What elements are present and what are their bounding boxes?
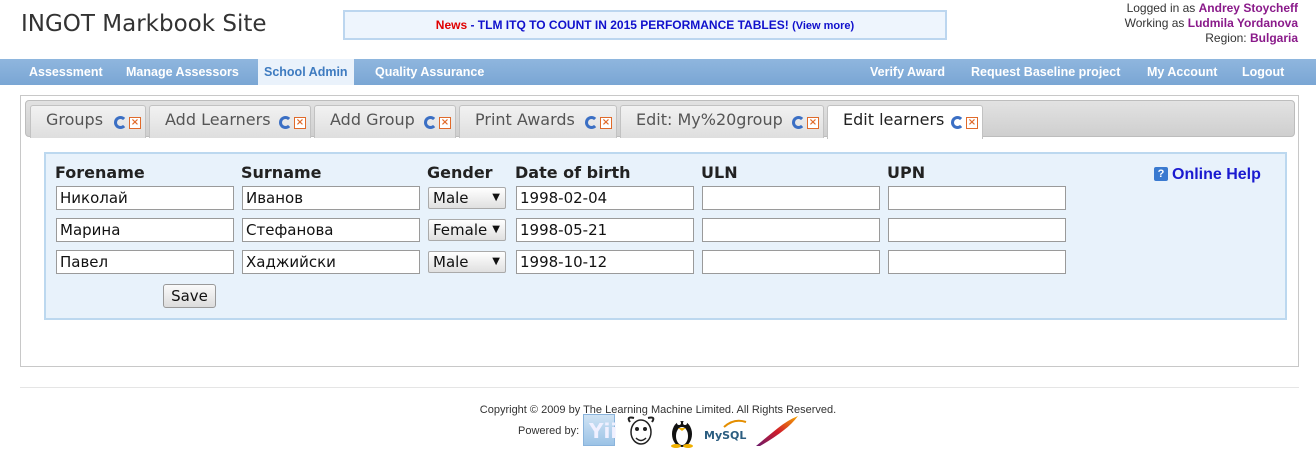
uln-field[interactable] bbox=[702, 218, 880, 242]
edit-learners-form: Forename Surname Gender Date of birth UL… bbox=[44, 152, 1287, 320]
nav-school-admin[interactable]: School Admin bbox=[258, 59, 354, 85]
news-view-more-link[interactable]: (View more) bbox=[792, 20, 854, 32]
nav-logout[interactable]: Logout bbox=[1236, 59, 1290, 85]
working-as-user: Ludmila Yordanova bbox=[1187, 16, 1298, 30]
logged-in-user: Andrey Stoycheff bbox=[1198, 1, 1298, 15]
column-header-upn: UPN bbox=[887, 163, 926, 182]
user-info: Logged in as Andrey Stoycheff Working as… bbox=[1125, 1, 1298, 46]
tab-groups[interactable]: Groups × bbox=[30, 105, 146, 138]
footer-divider bbox=[20, 387, 1299, 388]
tab-label: Add Group bbox=[330, 110, 415, 129]
uln-field[interactable] bbox=[702, 250, 880, 274]
header: INGOT Markbook Site News - TLM ITQ TO CO… bbox=[0, 0, 1316, 58]
column-header-gender: Gender bbox=[427, 163, 493, 182]
gender-value: Male bbox=[433, 189, 469, 207]
surname-field[interactable]: Хаджийски bbox=[242, 250, 420, 274]
column-header-forename: Forename bbox=[55, 163, 145, 182]
refresh-icon[interactable] bbox=[792, 116, 805, 129]
tux-logo[interactable] bbox=[668, 414, 696, 448]
tab-add-group[interactable]: Add Group × bbox=[314, 105, 456, 138]
main-panel: Groups × Add Learners × Add Group × Prin… bbox=[20, 95, 1299, 367]
tab-edit-group[interactable]: Edit: My%20group × bbox=[620, 105, 824, 138]
mysql-logo-text: MySQL bbox=[704, 429, 747, 442]
chevron-down-icon: ▼ bbox=[492, 192, 500, 203]
column-header-surname: Surname bbox=[241, 163, 322, 182]
close-icon[interactable]: × bbox=[966, 117, 978, 129]
tab-label: Groups bbox=[46, 110, 104, 129]
help-icon: ? bbox=[1154, 167, 1168, 181]
surname-field[interactable]: Иванов bbox=[242, 186, 420, 210]
chevron-down-icon: ▼ bbox=[492, 256, 500, 267]
gender-value: Female bbox=[433, 221, 488, 239]
nav-my-account[interactable]: My Account bbox=[1141, 59, 1223, 85]
gender-value: Male bbox=[433, 253, 469, 271]
working-as-label: Working as bbox=[1124, 16, 1185, 30]
upn-field[interactable] bbox=[888, 218, 1066, 242]
gender-select[interactable]: Female ▼ bbox=[428, 219, 506, 241]
column-header-uln: ULN bbox=[701, 163, 738, 182]
news-text[interactable]: - TLM ITQ TO COUNT IN 2015 PERFORMANCE T… bbox=[467, 18, 788, 32]
tab-print-awards[interactable]: Print Awards × bbox=[459, 105, 617, 138]
logged-in-label: Logged in as bbox=[1126, 1, 1196, 15]
nav-verify-award[interactable]: Verify Award bbox=[864, 59, 951, 85]
apache-feather-logo[interactable] bbox=[752, 414, 800, 448]
region-value: Bulgaria bbox=[1249, 31, 1298, 45]
tab-edit-learners[interactable]: Edit learners × bbox=[827, 105, 983, 139]
tab-bar: Groups × Add Learners × Add Group × Prin… bbox=[25, 100, 1295, 139]
refresh-icon[interactable] bbox=[114, 116, 127, 129]
forename-field[interactable]: Павел bbox=[56, 250, 234, 274]
gender-select[interactable]: Male ▼ bbox=[428, 251, 506, 273]
powered-by-label: Powered by: bbox=[518, 425, 580, 437]
uln-field[interactable] bbox=[702, 186, 880, 210]
online-help-link[interactable]: ? Online Help bbox=[1154, 166, 1261, 184]
close-icon[interactable]: × bbox=[439, 117, 451, 129]
refresh-icon[interactable] bbox=[585, 116, 598, 129]
dob-field[interactable]: 1998-05-21 bbox=[516, 218, 694, 242]
surname-field[interactable]: Стефанова bbox=[242, 218, 420, 242]
refresh-icon[interactable] bbox=[424, 116, 437, 129]
refresh-icon[interactable] bbox=[951, 116, 964, 129]
nav-manage-assessors[interactable]: Manage Assessors bbox=[120, 59, 245, 85]
close-icon[interactable]: × bbox=[294, 117, 306, 129]
gender-select[interactable]: Male ▼ bbox=[428, 187, 506, 209]
online-help-label: Online Help bbox=[1172, 166, 1261, 183]
nav-request-baseline[interactable]: Request Baseline project bbox=[965, 59, 1126, 85]
nav-quality-assurance[interactable]: Quality Assurance bbox=[369, 59, 490, 85]
close-icon[interactable]: × bbox=[807, 117, 819, 129]
gnu-logo[interactable] bbox=[624, 414, 658, 448]
close-icon[interactable]: × bbox=[600, 117, 612, 129]
forename-field[interactable]: Николай bbox=[56, 186, 234, 210]
copyright-text: Copyright © 2009 by The Learning Machine… bbox=[479, 404, 837, 416]
dob-field[interactable]: 1998-10-12 bbox=[516, 250, 694, 274]
chevron-down-icon: ▼ bbox=[492, 224, 500, 235]
column-header-dob: Date of birth bbox=[515, 163, 631, 182]
close-icon[interactable]: × bbox=[129, 117, 141, 129]
news-label: News bbox=[435, 18, 468, 32]
tab-label: Print Awards bbox=[475, 110, 575, 129]
mysql-logo[interactable]: MySQL bbox=[704, 419, 748, 444]
tab-label: Edit learners bbox=[843, 110, 945, 129]
region-label: Region: bbox=[1205, 31, 1247, 45]
main-nav: Assessment Manage Assessors School Admin… bbox=[0, 59, 1316, 85]
tab-add-learners[interactable]: Add Learners × bbox=[149, 105, 311, 138]
refresh-icon[interactable] bbox=[279, 116, 292, 129]
nav-assessment[interactable]: Assessment bbox=[23, 59, 109, 85]
upn-field[interactable] bbox=[888, 186, 1066, 210]
forename-field[interactable]: Марина bbox=[56, 218, 234, 242]
dob-field[interactable]: 1998-02-04 bbox=[516, 186, 694, 210]
news-banner: News - TLM ITQ TO COUNT IN 2015 PERFORMA… bbox=[343, 10, 947, 40]
save-button[interactable]: Save bbox=[163, 284, 216, 308]
upn-field[interactable] bbox=[888, 250, 1066, 274]
yii-logo[interactable]: Yii bbox=[583, 414, 617, 446]
tab-label: Edit: My%20group bbox=[636, 110, 783, 129]
tab-label: Add Learners bbox=[165, 110, 271, 129]
site-title[interactable]: INGOT Markbook Site bbox=[21, 11, 267, 37]
